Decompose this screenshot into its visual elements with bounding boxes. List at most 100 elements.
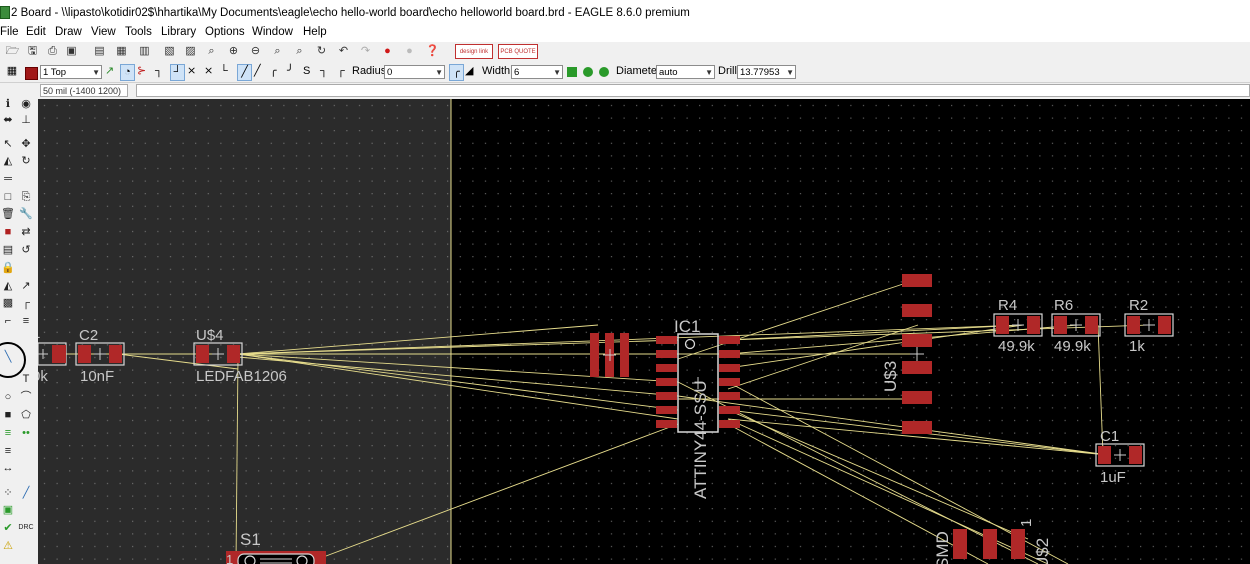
via-square-icon[interactable] <box>567 67 577 77</box>
via-tool-icon[interactable]: ≡ <box>0 425 16 441</box>
bend-style-2-icon[interactable]: ┘ <box>170 64 185 81</box>
zoom-fit-icon[interactable]: ⌕ <box>204 44 219 59</box>
warning-icon[interactable]: ⚠ <box>0 538 16 554</box>
zoom-in-icon[interactable]: ⊕ <box>226 44 241 59</box>
menu-edit[interactable]: Edit <box>26 26 46 38</box>
board-canvas[interactable]: 1 0k C2 10nF U$4 LEDFAB1206 <box>38 99 1250 564</box>
menu-window[interactable]: Window <box>252 26 293 38</box>
menu-help[interactable]: Help <box>303 26 327 38</box>
signal-icon[interactable]: •• <box>18 425 34 441</box>
info-icon[interactable]: ℹ <box>0 96 16 112</box>
zoom-prev-icon[interactable]: ⌕ <box>292 44 307 59</box>
ratsnest-icon[interactable]: ⁘ <box>0 485 16 501</box>
flat-corner-icon[interactable]: ◢ <box>465 64 473 79</box>
zoom-out-icon[interactable]: ⊖ <box>248 44 263 59</box>
optimize-icon[interactable]: ↗ <box>18 278 34 294</box>
design-link-button[interactable]: design link <box>455 44 493 59</box>
bend-style-6-icon[interactable]: ╱ <box>237 64 252 81</box>
bend-style-10-icon[interactable]: S <box>303 64 310 79</box>
text-icon[interactable]: T <box>18 371 34 387</box>
miter-tool-icon[interactable]: ┌ <box>18 295 34 311</box>
bend-style-9-icon[interactable]: ╯ <box>287 64 294 79</box>
bend-style-11-icon[interactable]: ┐ <box>320 64 328 79</box>
dimension-icon[interactable]: ↔ <box>0 460 16 476</box>
bend-style-12-icon[interactable]: ┌ <box>337 64 345 79</box>
wrench-icon[interactable]: 🔧 <box>18 206 34 222</box>
rotate-icon[interactable]: ↻ <box>18 153 34 169</box>
mirror-icon[interactable]: ◭ <box>0 153 16 169</box>
replace-icon[interactable]: ⇄ <box>18 224 34 240</box>
ripup-icon[interactable]: ≡ <box>18 313 34 329</box>
width-select[interactable]: 6 ▼ <box>511 65 563 79</box>
save-icon[interactable]: 🖫 <box>25 44 40 59</box>
diameter-select[interactable]: auto ▼ <box>656 65 715 79</box>
check-icon[interactable]: ✔ <box>0 520 16 536</box>
delete-icon[interactable]: 🗑 <box>0 206 16 222</box>
switch-s1[interactable] <box>226 551 326 564</box>
radius-select[interactable]: 0 ▼ <box>384 65 445 79</box>
route-tool-icon[interactable]: ⌐ <box>0 313 16 329</box>
drc-tool-icon[interactable]: DRC <box>18 520 34 536</box>
drill-select[interactable]: 13.77953 ▼ <box>737 65 796 79</box>
menu-tools[interactable]: Tools <box>125 26 152 38</box>
smash-icon[interactable]: ▩ <box>0 295 16 311</box>
bend-style-8-icon[interactable]: ╭ <box>270 64 277 79</box>
group-icon[interactable]: □ <box>0 189 16 205</box>
bend-style-3-icon[interactable]: ⨯ <box>187 64 196 79</box>
circle-icon[interactable]: ○ <box>0 389 16 405</box>
command-input[interactable] <box>136 84 1250 97</box>
rectangle-icon[interactable]: ■ <box>0 407 16 423</box>
menu-options[interactable]: Options <box>205 26 245 38</box>
zoom-select-icon[interactable]: ⌕ <box>270 44 285 59</box>
header-us2[interactable] <box>953 529 1025 559</box>
grid-icon[interactable]: ▦ <box>5 64 19 79</box>
menu-library[interactable]: Library <box>161 26 196 38</box>
add-icon[interactable]: ■ <box>0 224 16 240</box>
redo-icon[interactable]: ↷ <box>358 44 373 59</box>
bend-style-4-icon[interactable]: ⨯ <box>204 64 213 79</box>
menu-draw[interactable]: Draw <box>55 26 82 38</box>
route-icon[interactable]: ⊱ <box>137 64 146 79</box>
display-icon[interactable]: ⬌ <box>0 112 16 128</box>
align-icon[interactable]: ═ <box>0 171 16 187</box>
cam-icon[interactable]: ▣ <box>64 44 79 59</box>
go-icon[interactable]: ● <box>402 44 417 59</box>
polygon-icon[interactable]: ⬠ <box>18 407 34 423</box>
redraw-icon[interactable]: ↻ <box>314 44 329 59</box>
show-icon[interactable]: ◉ <box>18 96 34 112</box>
round-corner-icon[interactable]: ╭ <box>449 64 464 81</box>
drc-icon[interactable]: ▨ <box>183 44 198 59</box>
value-icon[interactable]: ↺ <box>18 242 34 258</box>
route-active-icon[interactable]: ╲ <box>0 349 16 365</box>
hole-icon[interactable]: ≡ <box>0 443 16 459</box>
print-icon[interactable]: ⎙ <box>45 44 60 59</box>
stop-icon[interactable]: ● <box>380 44 395 59</box>
ulp-icon[interactable]: ▧ <box>162 44 177 59</box>
pcb-quote-button[interactable]: PCB QUOTE <box>498 44 538 59</box>
board-icon[interactable]: ▦ <box>114 44 129 59</box>
layer-select[interactable]: 1 Top ▼ <box>40 65 102 79</box>
arc-icon[interactable]: ⌒ <box>18 389 34 405</box>
name-icon[interactable]: ▤ <box>0 242 16 258</box>
open-icon[interactable]: 🗁 <box>5 44 20 59</box>
script-icon[interactable]: ▥ <box>137 44 152 59</box>
via-octagon-icon[interactable] <box>599 67 609 77</box>
pad-array-left-of-ic1[interactable] <box>590 333 629 377</box>
menu-file[interactable]: File <box>0 26 19 38</box>
copy-icon[interactable]: ⎘ <box>18 189 34 205</box>
menu-view[interactable]: View <box>91 26 116 38</box>
lock-icon[interactable]: 🔒 <box>0 260 16 276</box>
via-round-icon[interactable] <box>583 67 593 77</box>
bend-style-7-icon[interactable]: ╱ <box>254 64 261 79</box>
help-icon[interactable]: ❓ <box>425 44 440 59</box>
split-icon[interactable]: ◭ <box>0 278 16 294</box>
erc-icon[interactable]: ▣ <box>0 502 16 518</box>
bend-style-1-icon[interactable]: ┐ <box>155 64 163 79</box>
move-icon[interactable]: ↖ <box>0 136 16 152</box>
move-cross-icon[interactable]: ✥ <box>18 136 34 152</box>
autorouter-icon[interactable]: ╱ <box>18 485 34 501</box>
mark-icon[interactable]: ⊥ <box>18 112 34 128</box>
undo-icon[interactable]: ↶ <box>336 44 351 59</box>
miter-icon[interactable]: ↗ <box>105 64 114 79</box>
bend-style-5-icon[interactable]: └ <box>220 64 228 79</box>
